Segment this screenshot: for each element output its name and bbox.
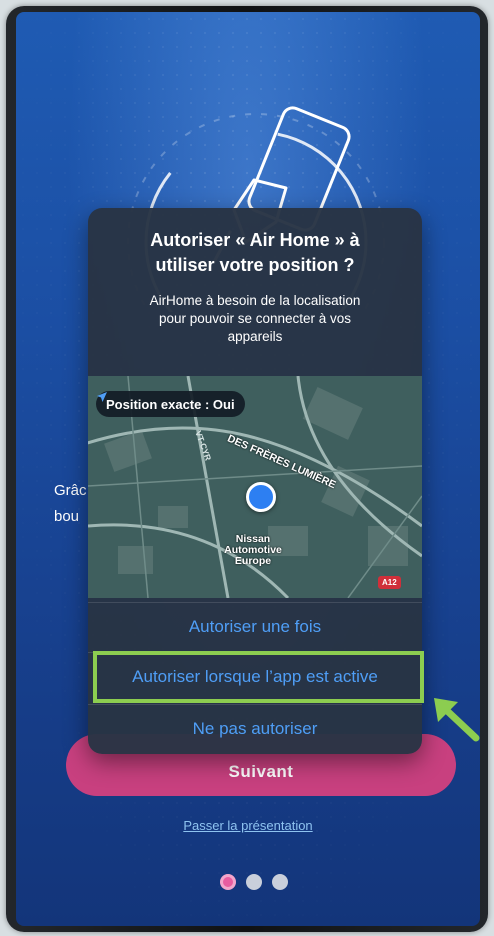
location-arrow-icon bbox=[97, 392, 107, 402]
dont-allow-button[interactable]: Ne pas autoriser bbox=[88, 704, 422, 753]
page-dot[interactable] bbox=[246, 874, 262, 890]
annotation-highlight-box bbox=[93, 651, 424, 703]
page-indicator bbox=[220, 874, 288, 890]
page-dot-active[interactable] bbox=[220, 874, 236, 890]
green-arrow-icon bbox=[434, 698, 480, 742]
page-dot[interactable] bbox=[272, 874, 288, 890]
precise-location-toggle[interactable]: Position exacte : Oui bbox=[96, 391, 245, 417]
current-location-marker bbox=[246, 482, 276, 512]
dialog-message: AirHome à besoin de la localisation pour… bbox=[149, 293, 361, 344]
dialog-title: Autoriser « Air Home » à utiliser votre … bbox=[150, 230, 360, 275]
location-map: Position exacte : Oui VT-CYR DES FRÈRES … bbox=[88, 376, 422, 598]
allow-once-button[interactable]: Autoriser une fois bbox=[88, 602, 422, 651]
road-badge: A12 bbox=[378, 576, 401, 589]
skip-presentation-link[interactable]: Passer la présentation bbox=[16, 818, 480, 833]
precise-location-label: Position exacte : Oui bbox=[106, 396, 235, 412]
map-poi-label: Nissan Automotive Europe bbox=[224, 533, 282, 567]
